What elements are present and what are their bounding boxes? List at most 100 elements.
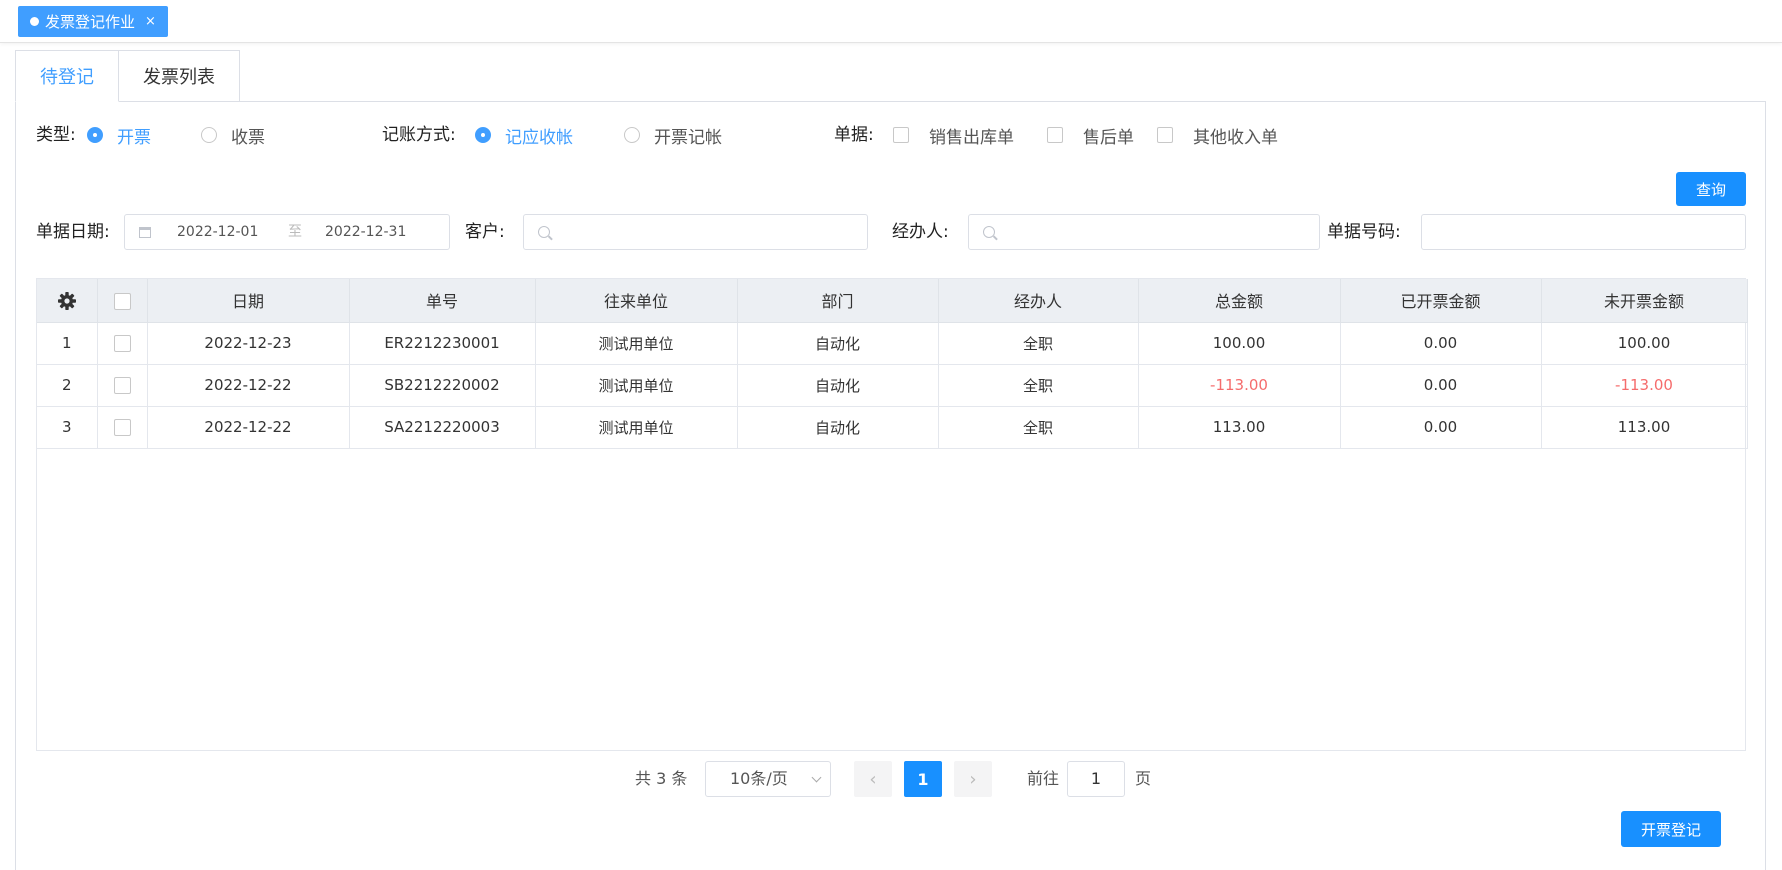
table-row[interactable]: 2 2022-12-22 SB2212220002 测试用单位 自动化 全职 -… bbox=[37, 364, 1748, 407]
cell-handler: 全职 bbox=[938, 406, 1139, 449]
filter-row-2: 单据日期: 2022-12-01 至 2022-12-31 客户: 经办人: 单… bbox=[36, 214, 1756, 250]
checkbox-icon[interactable] bbox=[113, 377, 131, 394]
radio-checked-icon bbox=[475, 127, 491, 143]
row-select[interactable] bbox=[97, 406, 148, 449]
cell-date: 2022-12-22 bbox=[147, 364, 350, 407]
cell-handler: 全职 bbox=[938, 364, 1139, 407]
type-label: 类型: bbox=[36, 125, 76, 145]
radio-issue-invoice[interactable]: 开票 bbox=[87, 120, 151, 150]
cell-code: SB2212220002 bbox=[349, 364, 536, 407]
docno-input[interactable] bbox=[1421, 214, 1746, 250]
cell-invoiced: 0.00 bbox=[1340, 406, 1542, 449]
register-invoice-button[interactable]: 开票登记 bbox=[1621, 811, 1721, 847]
radio-label: 收票 bbox=[231, 127, 265, 148]
tabs: 待登记 发票列表 bbox=[15, 50, 240, 102]
handler-label: 经办人: bbox=[892, 222, 949, 242]
panel-body: 类型: 开票 收票 记账方式: 记应收帐 开票记帐 单据: 销售出库单 售后单 … bbox=[15, 101, 1766, 870]
checkbox-after-sales[interactable]: 售后单 bbox=[1047, 120, 1134, 150]
radio-unchecked-icon bbox=[201, 127, 217, 143]
column-settings[interactable] bbox=[37, 279, 98, 323]
radio-receive-invoice[interactable]: 收票 bbox=[201, 120, 265, 150]
column-header: 往来单位 bbox=[535, 279, 738, 323]
column-header: 单号 bbox=[349, 279, 536, 323]
column-header: 经办人 bbox=[938, 279, 1139, 323]
date-range-picker[interactable]: 2022-12-01 至 2022-12-31 bbox=[124, 214, 450, 250]
checkbox-icon bbox=[893, 127, 909, 143]
cell-dept: 自动化 bbox=[737, 322, 939, 365]
column-header: 已开票金额 bbox=[1340, 279, 1542, 323]
page-tag-label: 发票登记作业 bbox=[45, 13, 136, 31]
row-select[interactable] bbox=[97, 364, 148, 407]
data-table: 日期 单号 往来单位 部门 经办人 总金额 已开票金额 未开票金额 1 2022… bbox=[36, 278, 1748, 751]
cell-invoiced: 0.00 bbox=[1340, 322, 1542, 365]
checkbox-icon bbox=[1047, 127, 1063, 143]
cell-dept: 自动化 bbox=[737, 406, 939, 449]
table-row[interactable]: 1 2022-12-23 ER2212230001 测试用单位 自动化 全职 1… bbox=[37, 322, 1748, 365]
search-icon bbox=[538, 226, 550, 238]
customer-label: 客户: bbox=[465, 222, 505, 242]
calendar-icon bbox=[139, 227, 151, 238]
prev-page-button[interactable]: ‹ bbox=[854, 761, 892, 797]
cell-invoiced: 0.00 bbox=[1340, 364, 1542, 407]
docno-label: 单据号码: bbox=[1327, 222, 1401, 242]
top-bar: 发票登记作业 × bbox=[0, 0, 1782, 43]
radio-checked-icon bbox=[87, 127, 103, 143]
customer-input[interactable] bbox=[523, 214, 868, 250]
row-index: 1 bbox=[37, 322, 98, 365]
radio-label: 开票 bbox=[117, 127, 151, 148]
column-header: 未开票金额 bbox=[1541, 279, 1748, 323]
cell-total: 100.00 bbox=[1138, 322, 1341, 365]
radio-label: 记应收帐 bbox=[505, 127, 573, 148]
header-select-all[interactable] bbox=[97, 279, 148, 323]
cell-partner: 测试用单位 bbox=[535, 322, 738, 365]
checkbox-icon[interactable] bbox=[113, 292, 131, 310]
cell-handler: 全职 bbox=[938, 322, 1139, 365]
gear-icon[interactable] bbox=[57, 291, 77, 311]
page-number-current[interactable]: 1 bbox=[904, 761, 942, 797]
close-icon[interactable]: × bbox=[145, 14, 156, 29]
checkbox-icon[interactable] bbox=[113, 335, 131, 352]
date-end[interactable]: 2022-12-31 bbox=[325, 215, 406, 249]
cell-date: 2022-12-22 bbox=[147, 406, 350, 449]
method-label: 记账方式: bbox=[382, 125, 456, 145]
cell-code: ER2212230001 bbox=[349, 322, 536, 365]
cell-total: -113.00 bbox=[1138, 364, 1341, 407]
tab-pending[interactable]: 待登记 bbox=[15, 50, 119, 102]
goto-label: 前往 bbox=[1027, 769, 1060, 788]
date-label: 单据日期: bbox=[36, 222, 110, 242]
next-page-button[interactable]: › bbox=[954, 761, 992, 797]
chevron-right-icon: › bbox=[969, 768, 977, 790]
query-button[interactable]: 查询 bbox=[1676, 172, 1746, 206]
row-select[interactable] bbox=[97, 322, 148, 365]
checkbox-label: 其他收入单 bbox=[1193, 127, 1278, 148]
cell-code: SA2212220003 bbox=[349, 406, 536, 449]
column-header: 总金额 bbox=[1138, 279, 1341, 323]
cell-dept: 自动化 bbox=[737, 364, 939, 407]
tab-invoice-list[interactable]: 发票列表 bbox=[119, 50, 240, 102]
chevron-left-icon: ‹ bbox=[869, 768, 877, 790]
radio-receivable[interactable]: 记应收帐 bbox=[475, 120, 573, 150]
cell-partner: 测试用单位 bbox=[535, 364, 738, 407]
page-size-select[interactable]: 10条/页 bbox=[705, 761, 831, 797]
pagination: 共 3 条 10条/页 ‹ 1 › 前往 1 页 bbox=[15, 761, 1766, 797]
checkbox-icon[interactable] bbox=[113, 419, 131, 436]
checkbox-icon bbox=[1157, 127, 1173, 143]
page-tag[interactable]: 发票登记作业 × bbox=[18, 6, 168, 37]
radio-invoice-booking[interactable]: 开票记帐 bbox=[624, 120, 722, 150]
cell-partner: 测试用单位 bbox=[535, 406, 738, 449]
handler-input[interactable] bbox=[968, 214, 1320, 250]
goto-page-input[interactable]: 1 bbox=[1067, 761, 1125, 797]
main-panel: 待登记 发票列表 类型: 开票 收票 记账方式: 记应收帐 开票记帐 单据: 销… bbox=[15, 50, 1766, 870]
table-row[interactable]: 3 2022-12-22 SA2212220003 测试用单位 自动化 全职 1… bbox=[37, 406, 1748, 449]
date-start[interactable]: 2022-12-01 bbox=[177, 215, 258, 249]
column-header: 部门 bbox=[737, 279, 939, 323]
column-header: 日期 bbox=[147, 279, 350, 323]
radio-unchecked-icon bbox=[624, 127, 640, 143]
checkbox-label: 售后单 bbox=[1083, 127, 1134, 148]
checkbox-sales-outbound[interactable]: 销售出库单 bbox=[893, 120, 1014, 150]
chevron-down-icon bbox=[811, 772, 822, 783]
checkbox-other-income[interactable]: 其他收入单 bbox=[1157, 120, 1278, 150]
cell-total: 113.00 bbox=[1138, 406, 1341, 449]
active-dot-icon bbox=[30, 17, 39, 26]
doc-label: 单据: bbox=[834, 125, 874, 145]
